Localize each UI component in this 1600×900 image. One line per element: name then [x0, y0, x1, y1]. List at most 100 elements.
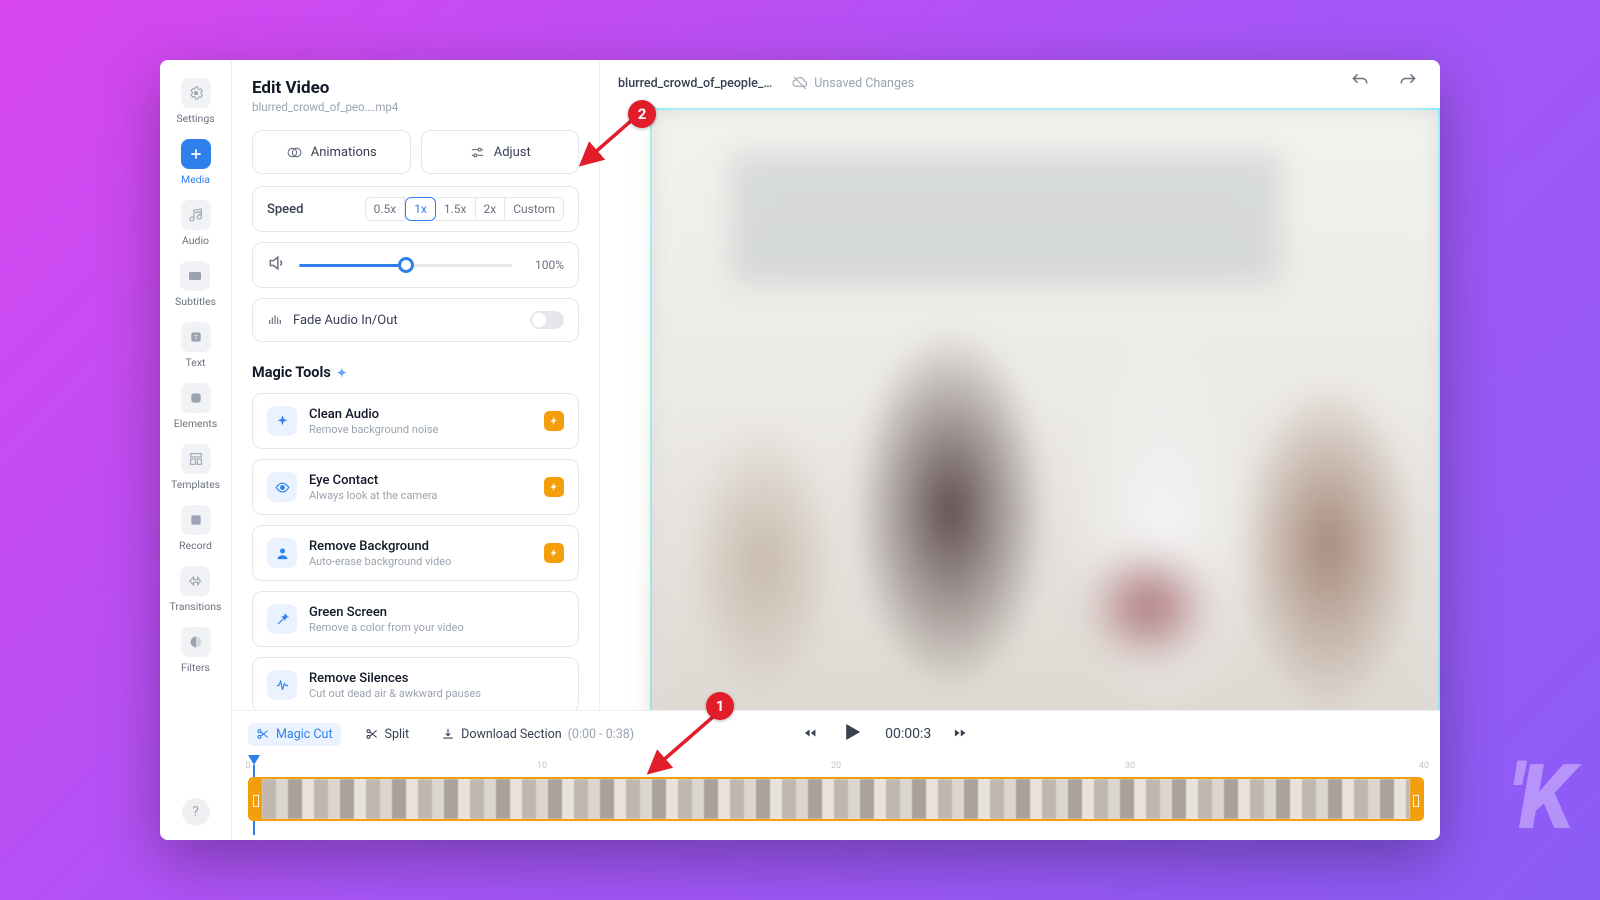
- volume-percent: 100%: [524, 258, 564, 272]
- tab-animations[interactable]: Animations: [252, 130, 411, 174]
- undo-button[interactable]: [1346, 67, 1374, 99]
- play-button[interactable]: [839, 720, 863, 748]
- bolt-badge: [544, 543, 564, 563]
- shapes-icon: [181, 383, 211, 413]
- tool-title: Clean Audio: [309, 407, 532, 422]
- nav-label: Filters: [181, 661, 210, 674]
- timeline-ruler[interactable]: 0 10 20 30 40: [248, 761, 1424, 775]
- animations-icon: [286, 144, 303, 161]
- nav-label: Media: [181, 173, 210, 186]
- speed-0-5x[interactable]: 0.5x: [365, 197, 406, 221]
- nav-subtitles[interactable]: Subtitles: [175, 261, 216, 308]
- fade-toggle[interactable]: [530, 311, 564, 329]
- transitions-icon: [180, 566, 210, 596]
- wave-icon: [267, 670, 297, 700]
- panel-title: Edit Video: [252, 78, 579, 98]
- filters-icon: [181, 627, 211, 657]
- tool-desc: Always look at the camera: [309, 489, 532, 502]
- annotation-badge-1: 1: [706, 692, 734, 720]
- playhead[interactable]: [248, 755, 260, 765]
- nav-label: Settings: [176, 112, 214, 125]
- tool-remove-silences[interactable]: Remove Silences Cut out dead air & awkwa…: [252, 657, 579, 713]
- clip-thumbnails: [262, 779, 1410, 819]
- top-bar: blurred_crowd_of_people_… Unsaved Change…: [600, 60, 1440, 106]
- tool-title: Remove Background: [309, 539, 532, 554]
- speed-1-5x[interactable]: 1.5x: [436, 197, 476, 221]
- clip-trim-left[interactable]: ▯: [250, 779, 262, 819]
- nav-label: Text: [186, 356, 206, 369]
- tool-desc: Auto-erase background video: [309, 555, 532, 568]
- nav-record[interactable]: Record: [179, 505, 212, 552]
- tool-title: Eye Contact: [309, 473, 532, 488]
- wand-icon: [267, 604, 297, 634]
- forward-button[interactable]: [953, 725, 967, 744]
- sparkle-icon: ✦: [337, 366, 347, 380]
- nav-filters[interactable]: Filters: [181, 627, 211, 674]
- nav-media[interactable]: Media: [181, 139, 211, 186]
- nav-label: Templates: [171, 478, 220, 491]
- subtitles-icon: [180, 261, 210, 291]
- gear-icon: [181, 78, 211, 108]
- magic-tools-heading: Magic Tools ✦: [252, 364, 579, 381]
- speed-2x[interactable]: 2x: [476, 197, 506, 221]
- fade-label: Fade Audio In/Out: [293, 313, 520, 328]
- bolt-badge: [544, 411, 564, 431]
- tool-clean-audio[interactable]: Clean Audio Remove background noise: [252, 393, 579, 449]
- volume-icon[interactable]: [267, 253, 287, 277]
- music-icon: [181, 200, 211, 230]
- nav-label: Audio: [182, 234, 209, 247]
- watermark-text: 'K: [1509, 745, 1570, 850]
- help-button[interactable]: ?: [182, 798, 210, 826]
- tab-adjust[interactable]: Adjust: [421, 130, 580, 174]
- nav-elements[interactable]: Elements: [174, 383, 218, 430]
- tool-eye-contact[interactable]: Eye Contact Always look at the camera: [252, 459, 579, 515]
- sparkle-icon: [267, 406, 297, 436]
- nav-label: Transitions: [170, 600, 222, 613]
- eye-icon: [267, 472, 297, 502]
- timeline-clip[interactable]: ▯ ▯: [248, 777, 1424, 821]
- playback-controls: 00:00:3: [803, 720, 967, 748]
- redo-button[interactable]: [1394, 67, 1422, 99]
- fade-card: Fade Audio In/Out: [252, 298, 579, 342]
- speed-label: Speed: [267, 202, 303, 217]
- tool-desc: Cut out dead air & awkward pauses: [309, 687, 564, 700]
- unsaved-indicator: Unsaved Changes: [792, 75, 914, 91]
- nav-audio[interactable]: Audio: [181, 200, 211, 247]
- nav-label: Elements: [174, 417, 218, 430]
- plus-icon: [181, 139, 211, 169]
- nav-label: Record: [179, 539, 212, 552]
- cloud-off-icon: [792, 75, 808, 91]
- document-name: blurred_crowd_of_people_…: [618, 76, 772, 91]
- rewind-button[interactable]: [803, 725, 817, 744]
- tool-title: Green Screen: [309, 605, 564, 620]
- tool-desc: Remove background noise: [309, 423, 532, 436]
- magic-cut-button[interactable]: Magic Cut: [248, 723, 341, 746]
- adjust-icon: [469, 144, 486, 161]
- speed-card: Speed 0.5x 1x 1.5x 2x Custom: [252, 186, 579, 232]
- clip-trim-right[interactable]: ▯: [1410, 779, 1422, 819]
- speed-1x[interactable]: 1x: [405, 197, 436, 221]
- panel-filename: blurred_crowd_of_peo….mp4: [252, 100, 579, 114]
- tool-desc: Remove a color from your video: [309, 621, 564, 634]
- text-icon: T: [181, 322, 211, 352]
- nav-label: Subtitles: [175, 295, 216, 308]
- download-section-button[interactable]: Download Section(0:00 - 0:38): [433, 723, 642, 746]
- timecode: 00:00:3: [885, 726, 931, 742]
- nav-transitions[interactable]: Transitions: [170, 566, 222, 613]
- tool-remove-bg[interactable]: Remove Background Auto-erase background …: [252, 525, 579, 581]
- speed-custom[interactable]: Custom: [505, 197, 564, 221]
- scissors-icon: [365, 727, 379, 741]
- speed-options: 0.5x 1x 1.5x 2x Custom: [365, 197, 564, 221]
- nav-templates[interactable]: Templates: [171, 444, 220, 491]
- nav-text[interactable]: T Text: [181, 322, 211, 369]
- svg-text:T: T: [194, 334, 198, 342]
- split-button[interactable]: Split: [357, 723, 418, 746]
- templates-icon: [181, 444, 211, 474]
- scissors-sparkle-icon: [256, 727, 270, 741]
- nav-settings[interactable]: Settings: [176, 78, 214, 125]
- bolt-badge: [544, 477, 564, 497]
- record-icon: [181, 505, 211, 535]
- tool-green-screen[interactable]: Green Screen Remove a color from your vi…: [252, 591, 579, 647]
- annotation-badge-2: 2: [628, 100, 656, 128]
- volume-slider[interactable]: [299, 256, 512, 274]
